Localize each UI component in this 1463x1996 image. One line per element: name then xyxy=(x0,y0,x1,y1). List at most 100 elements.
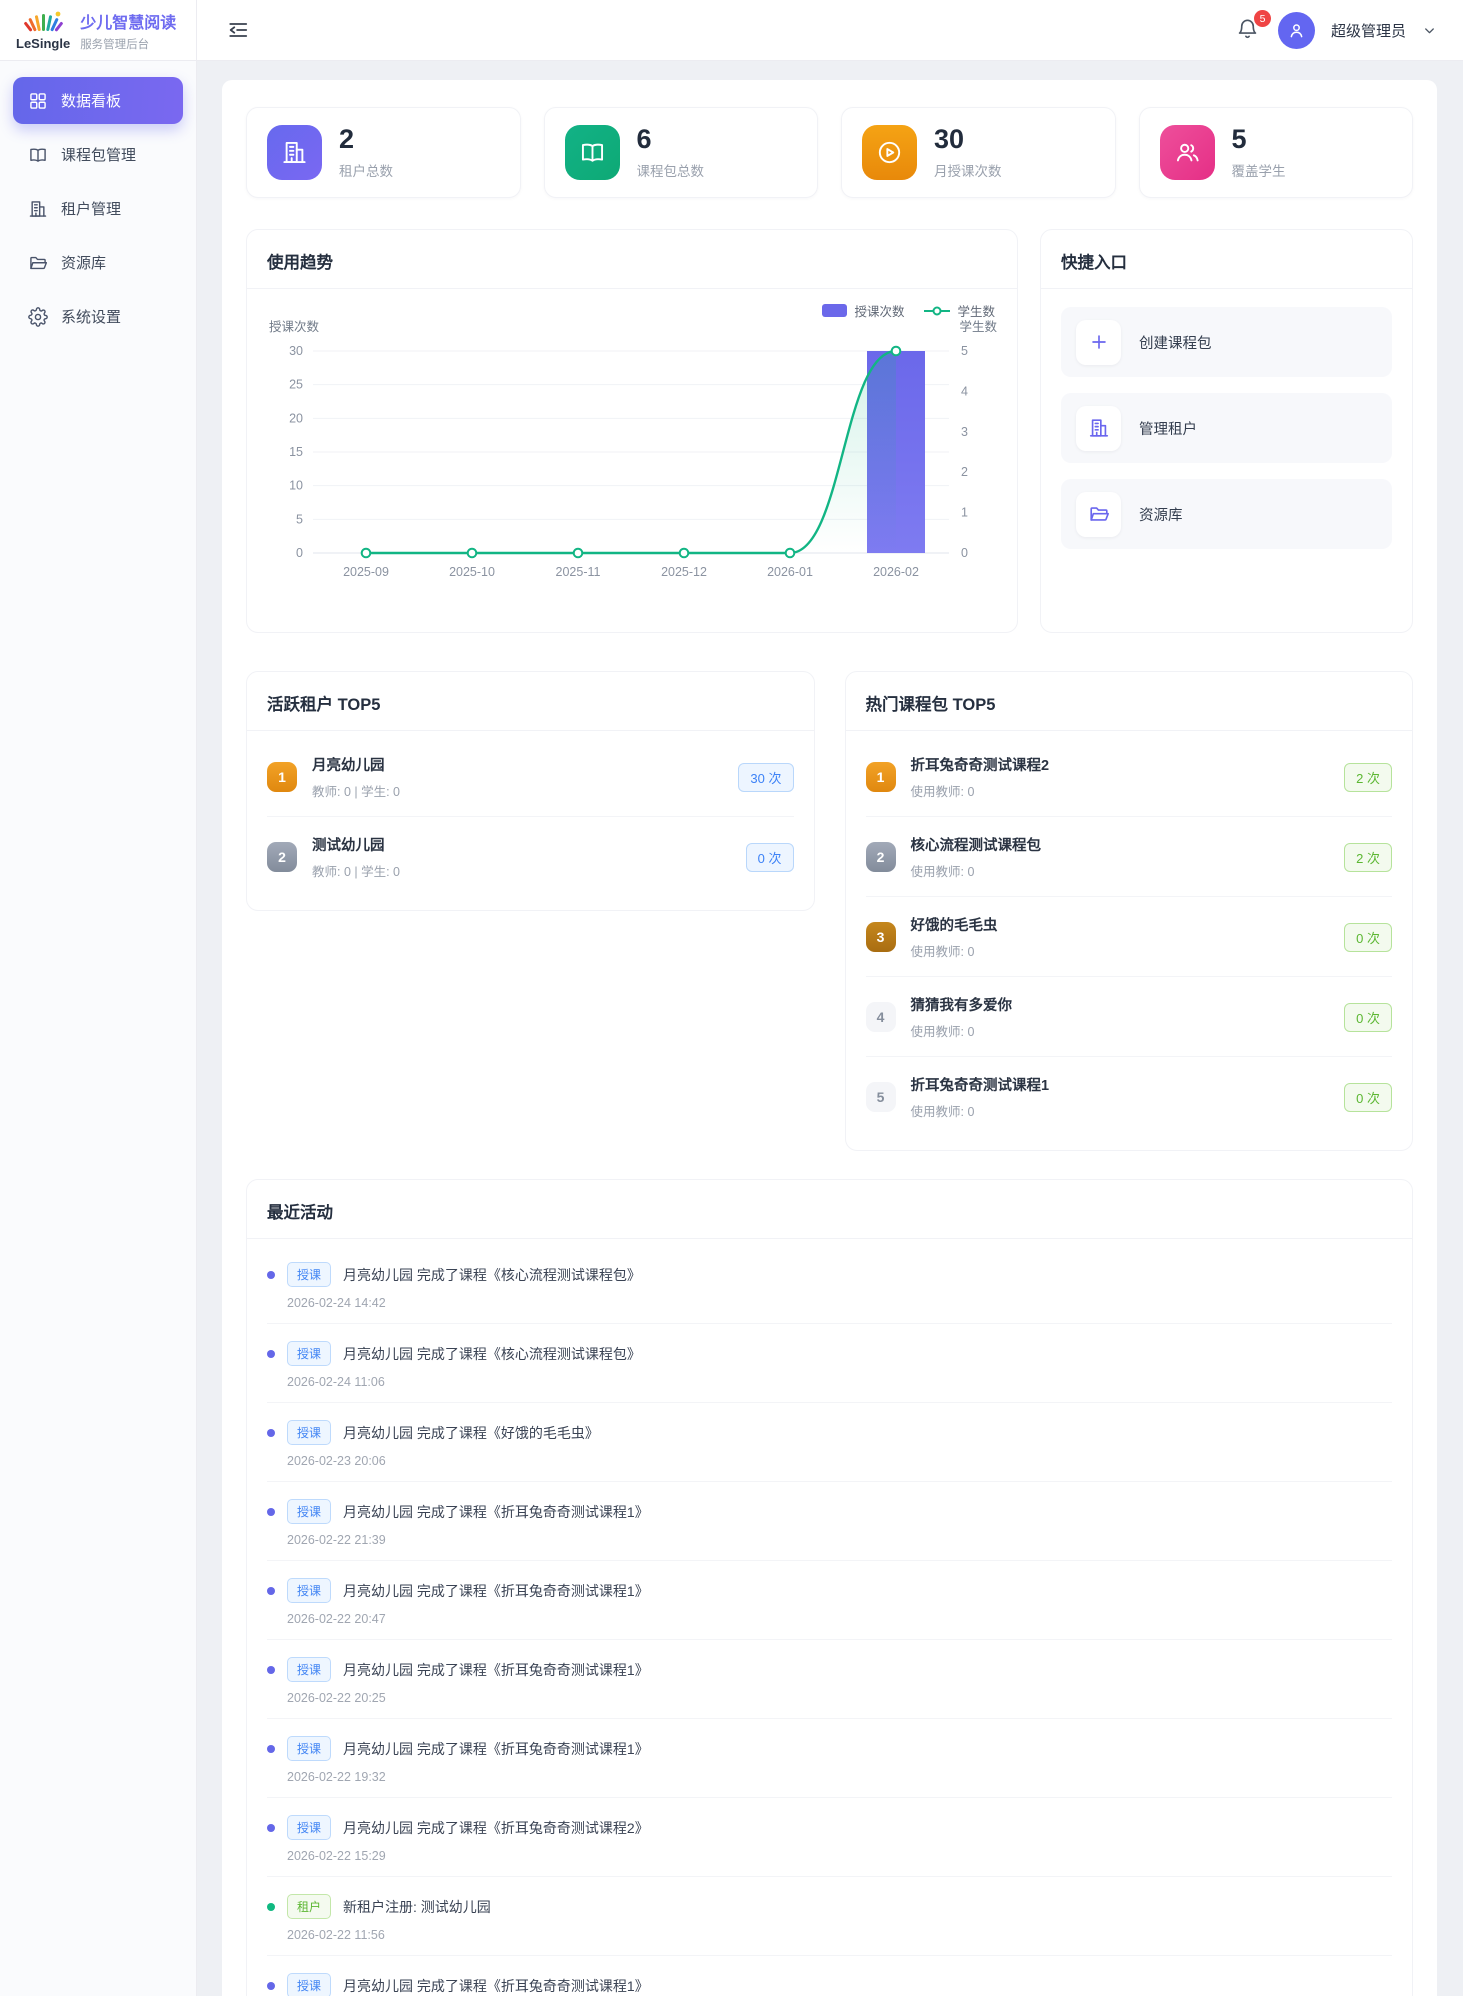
stat-value: 5 xyxy=(1231,123,1247,154)
item-name: 好饿的毛毛虫 xyxy=(910,918,998,934)
activity-dot xyxy=(267,1902,275,1911)
legend-item-授课次数[interactable]: 授课次数 xyxy=(822,301,904,320)
user-name[interactable]: 超级管理员 xyxy=(1331,20,1406,41)
sidebar-item-系统设置[interactable]: 系统设置 xyxy=(13,293,183,340)
svg-text:10: 10 xyxy=(289,479,303,493)
item-name: 折耳兔奇奇测试课程2 xyxy=(910,758,1050,774)
activity-row: 租户 新租户注册: 测试幼儿园 2026-02-22 11:56 xyxy=(267,1877,1392,1956)
stat-value: 6 xyxy=(636,123,652,154)
rank-badge: 1 xyxy=(865,762,896,792)
item-meta: 教师: 0 | 学生: 0 xyxy=(312,785,400,799)
sidebar-item-课程包管理[interactable]: 课程包管理 xyxy=(13,131,183,178)
usage-count-pill: 2 次 xyxy=(1344,762,1392,792)
chevron-down-icon[interactable] xyxy=(1422,23,1437,38)
activity-dot xyxy=(267,1349,275,1358)
activity-type-badge: 授课 xyxy=(287,1736,332,1761)
svg-text:0: 0 xyxy=(961,546,968,560)
quick-entry-label: 管理租户 xyxy=(1139,421,1197,438)
activity-time: 2026-02-22 15:29 xyxy=(287,1849,386,1863)
legend-label: 学生数 xyxy=(957,305,995,319)
stat-texts: 6 课程包总数 xyxy=(636,123,705,180)
activity-row: 授课 月亮幼儿园 完成了课程《折耳兔奇奇测试课程1》 2026-02-22 20:2… xyxy=(267,1640,1392,1719)
activity-text: 月亮幼儿园 完成了课程《好饿的毛毛虫》 xyxy=(343,1424,599,1441)
chart-legend: 授课次数 学生数 xyxy=(822,301,995,320)
activity-row: 授课 月亮幼儿园 完成了课程《折耳兔奇奇测试课程1》 2026-02-22 19:3… xyxy=(267,1719,1392,1798)
sidebar-item-数据看板[interactable]: 数据看板 xyxy=(13,77,183,124)
activity-dot xyxy=(267,1586,275,1595)
activity-type-badge: 授课 xyxy=(287,1341,332,1366)
top-texts: 猜猜我有多爱你 使用教师: 0 xyxy=(911,994,1013,1040)
rank-badge: 1 xyxy=(267,762,297,792)
activity-dot xyxy=(267,1744,275,1753)
notifications-button[interactable]: 5 xyxy=(1236,10,1271,43)
quick-entry-创建课程包[interactable]: 创建课程包 xyxy=(1061,307,1392,377)
rank-badge: 3 xyxy=(865,922,896,952)
usage-count-pill: 0 次 xyxy=(1344,1002,1392,1032)
grid-icon xyxy=(28,91,48,111)
list-item: 4 猜猜我有多爱你 使用教师: 0 0 次 xyxy=(865,977,1392,1057)
avatar[interactable] xyxy=(1277,11,1315,49)
item-name: 月亮幼儿园 xyxy=(312,758,385,774)
legend-item-学生数[interactable]: 学生数 xyxy=(924,301,995,320)
svg-text:授课次数: 授课次数 xyxy=(269,319,320,334)
building-icon xyxy=(1076,405,1121,451)
stat-card-租户总数: 2 租户总数 xyxy=(246,107,521,198)
stat-card-课程包总数: 6 课程包总数 xyxy=(543,107,818,198)
activity-dot xyxy=(267,1507,275,1516)
svg-text:1: 1 xyxy=(961,506,968,520)
svg-text:5: 5 xyxy=(961,344,968,358)
app-header: LeSingle 少儿智慧阅读 服务管理后台 5 超级管理员 xyxy=(0,0,1463,61)
hot-packages-card: 热门课程包 TOP5 1 折耳兔奇奇测试课程2 使用教师: 0 2 次 2 核心流程测试课… xyxy=(844,671,1413,1151)
svg-text:20: 20 xyxy=(289,411,303,425)
list-item: 5 折耳兔奇奇测试课程1 使用教师: 0 0 次 xyxy=(865,1057,1392,1136)
people-icon xyxy=(1159,125,1215,180)
stat-texts: 5 覆盖学生 xyxy=(1231,123,1286,180)
brand-name: LeSingle xyxy=(16,36,71,51)
svg-text:0: 0 xyxy=(296,546,303,560)
activity-text: 月亮幼儿园 完成了课程《折耳兔奇奇测试课程1》 xyxy=(343,1977,649,1994)
quick-entry-资源库[interactable]: 资源库 xyxy=(1061,479,1392,549)
item-meta: 使用教师: 0 xyxy=(910,865,975,879)
sidebar-item-租户管理[interactable]: 租户管理 xyxy=(13,185,183,232)
item-meta: 教师: 0 | 学生: 0 xyxy=(312,865,400,879)
usage-count-pill: 0 次 xyxy=(1344,922,1392,952)
book-icon xyxy=(564,125,620,180)
activity-row: 授课 月亮幼儿园 完成了课程《核心流程测试课程包》 2026-02-24 11:06 xyxy=(267,1324,1392,1403)
activity-type-badge: 授课 xyxy=(287,1657,332,1682)
top-texts: 测试幼儿园教师: 0 | 学生: 0 xyxy=(312,834,400,880)
activity-time: 2026-02-22 20:47 xyxy=(287,1612,386,1626)
activity-type-badge: 授课 xyxy=(287,1262,332,1287)
activity-dot xyxy=(267,1823,275,1832)
activity-row: 授课 月亮幼儿园 完成了课程《折耳兔奇奇测试课程2》 2026-02-22 15:2… xyxy=(267,1798,1392,1877)
activity-dot xyxy=(267,1665,275,1674)
building-icon xyxy=(28,199,48,219)
list-item: 1 月亮幼儿园教师: 0 | 学生: 0 30 次 xyxy=(267,737,794,817)
usage-count-pill: 2 次 xyxy=(1344,842,1392,872)
notifications-count-badge: 5 xyxy=(1253,10,1271,27)
active-tenants-card: 活跃租户 TOP5 1 月亮幼儿园 教师: 0 | 学生: 0 30 次 2 测试幼儿园教… xyxy=(246,671,815,911)
sidebar-fold-icon[interactable] xyxy=(225,17,251,43)
quick-entry-管理租户[interactable]: 管理租户 xyxy=(1061,393,1392,463)
sidebar-item-资源库[interactable]: 资源库 xyxy=(13,239,183,286)
activity-text: 月亮幼儿园 完成了课程《折耳兔奇奇测试课程2》 xyxy=(343,1819,649,1836)
quick-entry-label: 创建课程包 xyxy=(1139,335,1212,352)
brand-logo: LeSingle 少儿智慧阅读 服务管理后台 xyxy=(0,0,197,60)
stat-texts: 30 月授课次数 xyxy=(934,125,1002,180)
svg-text:2026-01: 2026-01 xyxy=(767,565,813,579)
usage-trend-title: 使用趋势 xyxy=(247,230,1017,289)
legend-bar-marker xyxy=(822,304,848,317)
item-meta: 使用教师: 0 xyxy=(910,1025,975,1039)
sidebar: 数据看板课程包管理租户管理资源库系统设置 xyxy=(0,61,197,1996)
rank-badge: 4 xyxy=(865,1002,896,1032)
stat-texts: 2 租户总数 xyxy=(339,125,393,180)
usage-count-pill: 30 次 xyxy=(738,762,794,792)
stat-label: 课程包总数 xyxy=(636,163,705,179)
hot-packages-title: 热门课程包 TOP5 xyxy=(845,672,1412,731)
top-texts: 折耳兔奇奇测试课程1 使用教师: 0 xyxy=(911,1074,1050,1120)
activity-text: 月亮幼儿园 完成了课程《折耳兔奇奇测试课程1》 xyxy=(343,1661,649,1678)
item-name: 测试幼儿园 xyxy=(312,838,385,854)
item-meta: 使用教师: 0 xyxy=(910,945,975,959)
stat-label: 覆盖学生 xyxy=(1231,163,1286,179)
stat-label: 月授课次数 xyxy=(934,163,1002,179)
activity-text: 月亮幼儿园 完成了课程《折耳兔奇奇测试课程1》 xyxy=(343,1582,649,1599)
